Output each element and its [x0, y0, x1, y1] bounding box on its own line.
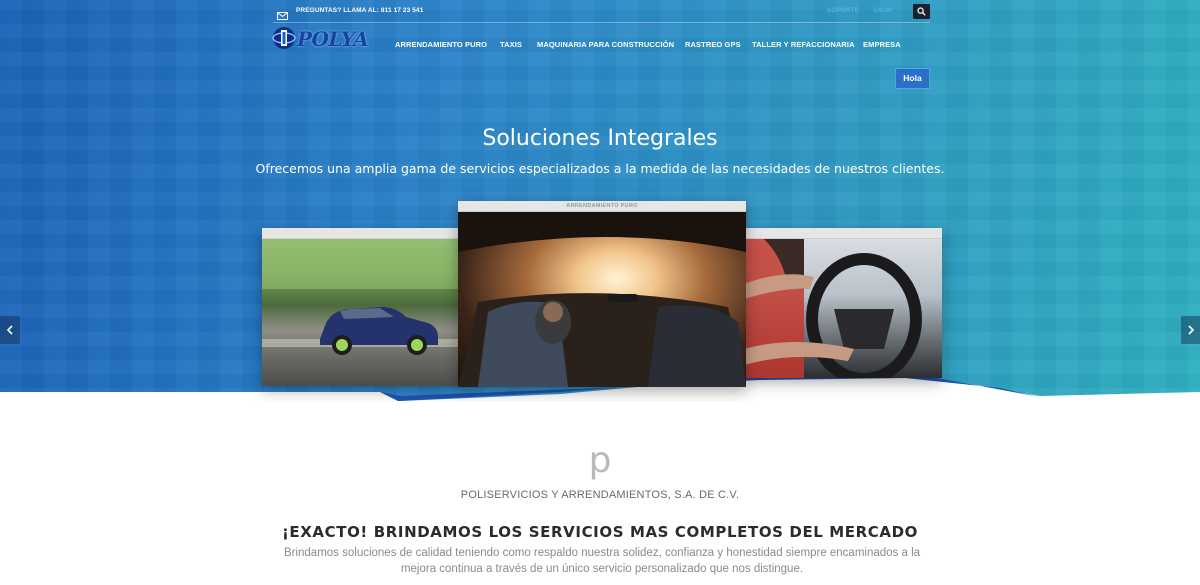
window-titlebar	[262, 228, 462, 245]
section-headline: ¡EXACTO! BRINDAMOS LOS SERVICIOS MAS COM…	[281, 523, 919, 541]
company-glyph-logo: p	[588, 440, 612, 481]
logo-emblem-icon	[272, 27, 296, 49]
window-titlebar: ARRENDAMIENTO PURO	[458, 201, 746, 218]
hero-title: Soluciones Integrales	[482, 126, 718, 151]
nav-item-rastreo-gps[interactable]: RASTREO GPS	[685, 40, 741, 49]
window-title: ARRENDAMIENTO PURO	[566, 203, 638, 209]
top-divider	[273, 22, 930, 23]
nav-item-taller[interactable]: TALLER Y REFACCIONARIA	[752, 40, 855, 49]
top-bar: PREGUNTAS? LLAMA AL: 811 17 23 541 SOPOR…	[270, 4, 930, 20]
slider-prev-button[interactable]	[0, 316, 20, 344]
slide-window-center: ARRENDAMIENTO PURO	[458, 201, 746, 387]
nav-item-maquinaria[interactable]: MAQUINARIA PARA CONSTRUCCIÓN	[537, 40, 674, 49]
window-titlebar	[744, 228, 942, 245]
slide-window-right	[744, 228, 942, 378]
nav-item-taxis[interactable]: TAXIS	[500, 40, 522, 49]
driving-interior-image	[458, 212, 746, 387]
phone-text: PREGUNTAS? LLAMA AL: 811 17 23 541	[296, 7, 424, 14]
salir-link[interactable]: SALIR	[873, 7, 893, 14]
hero-slider: PREGUNTAS? LLAMA AL: 811 17 23 541 SOPOR…	[0, 0, 1200, 402]
hola-button[interactable]: Hola	[895, 68, 930, 89]
steering-wheel-image	[744, 239, 942, 378]
company-name: POLISERVICIOS Y ARRENDAMIENTOS, S.A. DE …	[460, 489, 740, 501]
polya-logo[interactable]: POLYA	[272, 25, 374, 51]
slider-next-button[interactable]	[1181, 316, 1200, 344]
section-description: Brindamos soluciones de calidad teniendo…	[283, 547, 921, 575]
car-image	[262, 239, 462, 386]
soporte-link[interactable]: SOPORTE	[827, 7, 859, 14]
nav-item-arrendamiento-puro[interactable]: ARRENDAMIENTO PURO	[395, 40, 487, 49]
nav-item-empresa[interactable]: EMPRESA	[863, 40, 901, 49]
slide-window-left	[262, 228, 462, 386]
search-button[interactable]	[913, 4, 930, 19]
mail-icon	[277, 7, 288, 20]
hero-subtitle: Ofrecemos una amplia gama de servicios e…	[255, 161, 945, 176]
logo-text: POLYA	[297, 27, 369, 51]
